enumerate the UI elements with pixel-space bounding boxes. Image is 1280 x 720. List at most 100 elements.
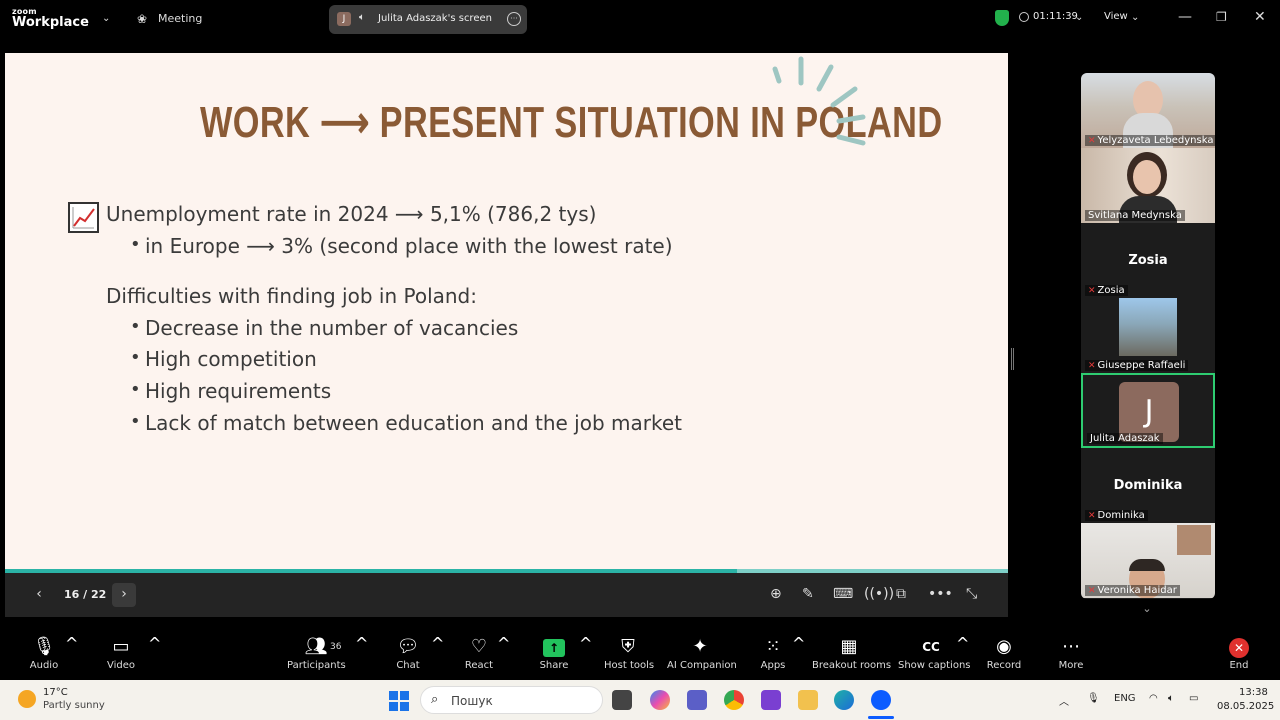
- view-button[interactable]: View: [1104, 11, 1128, 22]
- participant-tile[interactable]: ✕ Giuseppe Raffaeli: [1081, 298, 1215, 373]
- keyboard-icon[interactable]: ⌨: [833, 586, 853, 602]
- participant-tile[interactable]: ✕ Yelyzaveta Lebedynska: [1081, 73, 1215, 148]
- end-icon: ✕: [1229, 638, 1249, 658]
- pip-icon[interactable]: ⧉: [896, 586, 906, 602]
- breakout-grid-icon: ▦: [840, 636, 858, 657]
- pen-icon[interactable]: ✎: [802, 586, 814, 602]
- save-app-icon[interactable]: [761, 690, 781, 710]
- participants-count: 36: [330, 642, 342, 652]
- video-camera-icon: ▭: [112, 636, 130, 657]
- video-button[interactable]: ▭ Video: [104, 634, 138, 671]
- tray-overflow-icon[interactable]: ︿: [1059, 693, 1069, 708]
- title-bar: zoom Workplace ⌄ ❀ Meeting J 🔈︎ Julita A…: [0, 0, 1280, 38]
- view-chevron-icon[interactable]: ⌄: [1131, 12, 1139, 23]
- timer-chevron-icon[interactable]: ⌄: [1075, 12, 1083, 23]
- edge-icon[interactable]: [834, 690, 854, 710]
- show-captions-button[interactable]: CC Show captions: [898, 634, 971, 671]
- restore-icon[interactable]: ❐: [1216, 10, 1227, 24]
- breakout-rooms-button[interactable]: ▦ Breakout rooms: [812, 634, 891, 671]
- more-icon[interactable]: •••: [928, 586, 953, 602]
- participants-gallery: ✕ Yelyzaveta Lebedynska Svitlana Medynska…: [1081, 73, 1215, 599]
- audio-button[interactable]: 🎙︎ Audio: [28, 634, 60, 671]
- participant-name: ✕ Giuseppe Raffaeli: [1085, 360, 1189, 371]
- slide-text-unemployment: Unemployment rate in 2024 ⟶ 5,1% (786,2 …: [106, 202, 597, 226]
- panel-resize-handle[interactable]: [1011, 348, 1014, 370]
- taskbar-date[interactable]: 08.05.2025: [1217, 701, 1274, 712]
- apps-options-chevron-icon[interactable]: ^: [792, 634, 805, 653]
- zoom-app-icon[interactable]: [871, 690, 891, 710]
- wifi-icon[interactable]: ◠: [1149, 693, 1158, 704]
- slide-bullet: High competition: [130, 347, 317, 371]
- weather-description[interactable]: Partly sunny: [43, 700, 105, 711]
- screen-share-indicator[interactable]: J 🔈︎ Julita Adaszak's screen ···: [329, 5, 527, 34]
- os-taskbar: 17°C Partly sunny ⌕ Пошук ︿ 🎙︎ ENG ◠ 🔈︎ …: [0, 680, 1280, 720]
- video-options-chevron-icon[interactable]: ^: [148, 634, 161, 653]
- participants-options-chevron-icon[interactable]: ^: [355, 634, 368, 653]
- search-icon: ⌕: [431, 692, 439, 707]
- heart-icon: ♡: [470, 636, 488, 657]
- minimize-icon[interactable]: —: [1178, 9, 1192, 25]
- host-tools-button[interactable]: ⛨ Host tools: [604, 634, 654, 671]
- chat-options-chevron-icon[interactable]: ^: [431, 634, 444, 653]
- weather-temperature[interactable]: 17°C: [43, 687, 68, 698]
- chat-icon: 💬︎: [396, 636, 420, 657]
- task-view-icon[interactable]: [612, 690, 632, 710]
- weather-sun-icon[interactable]: [18, 690, 36, 708]
- share-button[interactable]: ↑ Share: [538, 634, 570, 671]
- sharer-label: Julita Adaszak's screen: [378, 13, 492, 24]
- teams-icon[interactable]: [687, 690, 707, 710]
- participants-button[interactable]: 👥︎ Participants: [287, 634, 346, 671]
- react-options-chevron-icon[interactable]: ^: [497, 634, 510, 653]
- participant-tile[interactable]: Svitlana Medynska: [1081, 148, 1215, 223]
- copilot-icon[interactable]: [650, 690, 670, 710]
- microphone-icon: 🎙︎: [32, 636, 56, 657]
- battery-icon[interactable]: ▭: [1189, 693, 1198, 704]
- slide-bullet-europe: in Europe ⟶ 3% (second place with the lo…: [130, 234, 673, 258]
- audio-options-chevron-icon[interactable]: ^: [65, 634, 78, 653]
- participant-name: Julita Adaszak: [1087, 433, 1163, 444]
- more-dots-icon: ⋯: [1062, 636, 1080, 657]
- captions-options-chevron-icon[interactable]: ^: [956, 634, 969, 653]
- meeting-label[interactable]: Meeting: [158, 12, 202, 25]
- taskbar-search-input[interactable]: ⌕ Пошук: [420, 686, 603, 714]
- muted-mic-icon: ✕: [1088, 361, 1096, 371]
- end-meeting-button[interactable]: ✕ End: [1224, 634, 1254, 671]
- next-slide-button[interactable]: ›: [112, 583, 136, 607]
- previous-slide-button[interactable]: ‹: [27, 583, 51, 607]
- zoom-in-icon[interactable]: ⊕: [770, 586, 782, 602]
- close-icon[interactable]: ✕: [1254, 9, 1266, 25]
- chrome-icon[interactable]: [724, 690, 744, 710]
- chat-button[interactable]: 💬︎ Chat: [394, 634, 422, 671]
- record-button[interactable]: ◉ Record: [986, 634, 1022, 671]
- apps-icon: ⁙: [765, 636, 781, 657]
- file-explorer-icon[interactable]: [798, 690, 818, 710]
- participant-name: ✕ Veronika Haidar: [1085, 585, 1180, 596]
- slide-bullet: Decrease in the number of vacancies: [130, 316, 518, 340]
- ai-companion-button[interactable]: ✦ AI Companion: [667, 634, 737, 671]
- language-indicator[interactable]: ENG: [1114, 693, 1136, 704]
- participant-tile[interactable]: ✕ Veronika Haidar: [1081, 523, 1215, 598]
- more-button[interactable]: ⋯ More: [1056, 634, 1086, 671]
- react-button[interactable]: ♡ React: [464, 634, 494, 671]
- share-options-chevron-icon[interactable]: ^: [579, 634, 592, 653]
- scroll-down-icon[interactable]: ⌄: [1116, 602, 1178, 620]
- encryption-shield-icon[interactable]: [995, 10, 1009, 26]
- participant-tile[interactable]: Dominika ✕ Dominika: [1081, 448, 1215, 523]
- taskbar-time[interactable]: 13:38: [1239, 687, 1268, 698]
- meeting-toolbar: 🎙︎ Audio ^ ▭ Video ^ 👥︎ Participants 36 …: [0, 630, 1280, 680]
- muted-mic-icon: ✕: [1088, 136, 1096, 146]
- chevron-down-icon[interactable]: ⌄: [102, 13, 110, 24]
- participant-name: ✕ Zosia: [1085, 285, 1128, 296]
- windows-start-icon[interactable]: [389, 691, 409, 711]
- exit-fullscreen-icon[interactable]: ⤡: [966, 586, 977, 602]
- participant-tile-active-speaker[interactable]: J Julita Adaszak: [1081, 373, 1215, 448]
- participant-display-name: Dominika: [1113, 478, 1183, 493]
- more-options-icon[interactable]: ···: [507, 12, 521, 26]
- broadcast-icon[interactable]: ((•)): [864, 586, 894, 602]
- volume-icon[interactable]: 🔈︎: [1168, 693, 1174, 704]
- microphone-tray-icon[interactable]: 🎙︎: [1087, 693, 1100, 704]
- shared-screen: WORK ⟶ PRESENT SITUATION IN POLAND Unemp…: [5, 53, 1008, 617]
- apps-button[interactable]: ⁙ Apps: [760, 634, 786, 671]
- participant-display-name: Zosia: [1128, 253, 1168, 268]
- participant-tile[interactable]: Zosia ✕ Zosia: [1081, 223, 1215, 298]
